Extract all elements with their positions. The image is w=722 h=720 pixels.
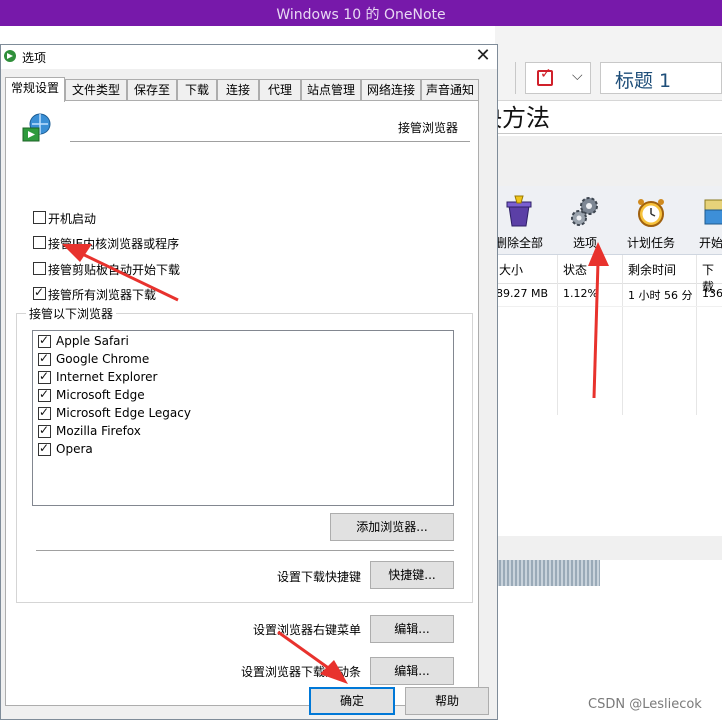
arrow-head — [588, 242, 609, 266]
tab-general[interactable]: 常规设置 — [5, 77, 65, 102]
arrow-to-ok — [277, 630, 335, 674]
arrow-to-options — [592, 261, 600, 399]
watermark: CSDN @Lesliecok — [588, 697, 702, 712]
arrow-to-all-browsers — [75, 249, 179, 302]
arrow-head — [62, 244, 92, 262]
annotation-arrows — [62, 242, 609, 684]
